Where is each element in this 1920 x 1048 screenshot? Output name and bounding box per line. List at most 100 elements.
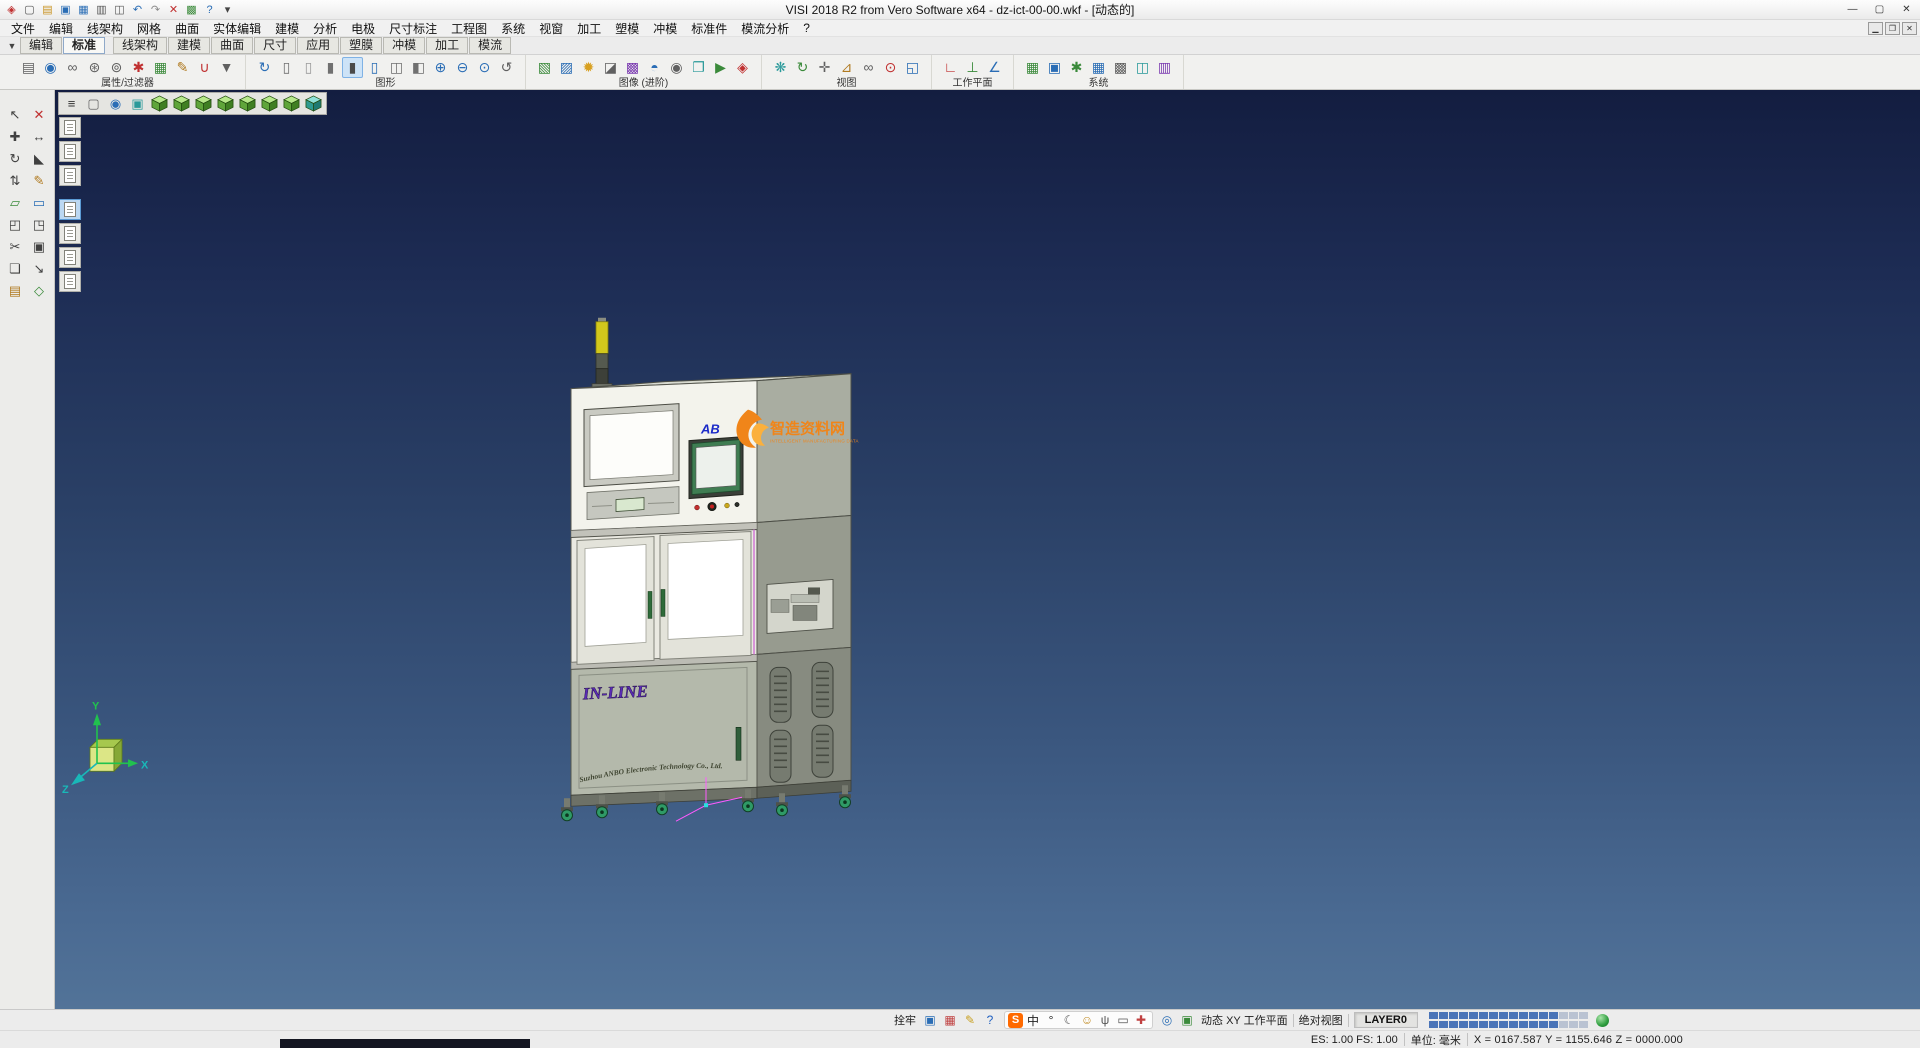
- sogou-logo-icon[interactable]: S: [1008, 1013, 1023, 1028]
- ime-punct-icon[interactable]: °: [1043, 1012, 1059, 1028]
- attr-properties-icon[interactable]: ▤: [18, 57, 39, 78]
- view-ruler-icon[interactable]: ⊿: [836, 57, 857, 78]
- snap-lock-toggle[interactable]: 拴牢: [894, 1012, 916, 1028]
- sys-monitor-icon[interactable]: ▣: [1044, 57, 1065, 78]
- status-tools-icon[interactable]: ▦: [941, 1012, 959, 1028]
- ime-night-icon[interactable]: ☾: [1061, 1012, 1077, 1028]
- lt-mirror-icon[interactable]: ◣: [28, 148, 51, 169]
- mdi-minimize-button[interactable]: ▁: [1868, 22, 1883, 35]
- open-file-icon[interactable]: ▤: [39, 2, 56, 18]
- attr-link-icon[interactable]: ∞: [62, 57, 83, 78]
- visi-logo-icon[interactable]: ◈: [3, 2, 20, 18]
- print-icon[interactable]: ▥: [93, 2, 110, 18]
- lt-corner-round-icon[interactable]: ◳: [28, 214, 51, 235]
- active-layer-indicator[interactable]: LAYER0: [1354, 1012, 1418, 1028]
- lt-layers-icon[interactable]: ▤: [4, 280, 27, 301]
- img-camera-icon[interactable]: ◉: [666, 57, 687, 78]
- gfx-spin-icon[interactable]: ↺: [496, 57, 517, 78]
- img-background-icon[interactable]: ◓: [644, 57, 665, 78]
- vp-view-bottom-icon[interactable]: [281, 94, 302, 113]
- mdi-restore-button[interactable]: ❐: [1885, 22, 1900, 35]
- lt-point-icon[interactable]: ✚: [4, 126, 27, 147]
- vp-view-dynamic-icon[interactable]: [303, 94, 324, 113]
- menu-item-14[interactable]: 塑模: [608, 20, 646, 37]
- menu-item-18[interactable]: ?: [796, 21, 817, 35]
- ime-keyboard-icon[interactable]: ▭: [1115, 1012, 1131, 1028]
- toolbar-tab-7[interactable]: 塑膜: [340, 37, 382, 54]
- tab-dropdown-button[interactable]: ▼: [4, 41, 20, 51]
- gfx-wireframe-icon[interactable]: ▯: [276, 57, 297, 78]
- sys-colors-icon[interactable]: ▦: [1022, 57, 1043, 78]
- status-help-icon[interactable]: ?: [981, 1012, 999, 1028]
- menu-item-17[interactable]: 模流分析: [734, 20, 796, 37]
- img-shadow-icon[interactable]: ◪: [600, 57, 621, 78]
- mdi-close-button[interactable]: ✕: [1902, 22, 1917, 35]
- view-iso-icon[interactable]: ❋: [770, 57, 791, 78]
- toolbar-tab-6[interactable]: 应用: [297, 37, 339, 54]
- status-note-icon[interactable]: ✎: [961, 1012, 979, 1028]
- view-rotate-icon[interactable]: ↻: [792, 57, 813, 78]
- attr-chain2-icon[interactable]: ⊚: [106, 57, 127, 78]
- lt-measure-icon[interactable]: ◇: [28, 280, 51, 301]
- qat-dropdown[interactable]: ▾: [219, 2, 236, 18]
- menu-item-10[interactable]: 工程图: [444, 20, 494, 37]
- redo-icon[interactable]: ↷: [147, 2, 164, 18]
- display-mode-button-5[interactable]: [59, 247, 81, 268]
- attr-display-icon[interactable]: ◉: [40, 57, 61, 78]
- gfx-shaded-icon[interactable]: ▮: [320, 57, 341, 78]
- save-icon[interactable]: ▣: [57, 2, 74, 18]
- display-mode-button-2[interactable]: [59, 165, 81, 186]
- toolbar-tab-2[interactable]: 线架构: [113, 37, 167, 54]
- menu-item-7[interactable]: 分析: [306, 20, 344, 37]
- gfx-bounding-box-icon[interactable]: ◫: [386, 57, 407, 78]
- view-mode-indicator[interactable]: 绝对视图: [1299, 1012, 1343, 1028]
- workplane-custom-icon[interactable]: ∠: [984, 57, 1005, 78]
- status-display-icon[interactable]: ▣: [921, 1012, 939, 1028]
- sys-database-icon[interactable]: ▥: [1154, 57, 1175, 78]
- lt-surface-icon[interactable]: ▱: [4, 192, 27, 213]
- vp-view-iso-icon[interactable]: [149, 94, 170, 113]
- menu-item-15[interactable]: 冲模: [646, 20, 684, 37]
- menu-item-6[interactable]: 建模: [268, 20, 306, 37]
- sys-snap-icon[interactable]: ▩: [1110, 57, 1131, 78]
- lt-trim-icon[interactable]: ✂: [4, 236, 27, 257]
- menu-item-0[interactable]: 文件: [4, 20, 42, 37]
- workplane-xy-icon[interactable]: ∟: [940, 57, 961, 78]
- close-button[interactable]: ✕: [1893, 0, 1920, 19]
- menu-item-5[interactable]: 实体编辑: [206, 20, 268, 37]
- lt-offset-icon[interactable]: ↘: [28, 258, 51, 279]
- menu-item-2[interactable]: 线架构: [80, 20, 130, 37]
- minimize-button[interactable]: —: [1839, 0, 1866, 19]
- attr-magnet-icon[interactable]: ∪: [194, 57, 215, 78]
- view-pan-icon[interactable]: ✛: [814, 57, 835, 78]
- toolbar-tab-0[interactable]: 编辑: [20, 37, 62, 54]
- toolbar-tab-4[interactable]: 曲面: [211, 37, 253, 54]
- viewport-3d[interactable]: AB: [55, 90, 1920, 1009]
- view-target-icon[interactable]: ⊙: [880, 57, 901, 78]
- gfx-hidden-line-icon[interactable]: ▯: [298, 57, 319, 78]
- attr-style-icon[interactable]: ✱: [128, 57, 149, 78]
- img-stereo-icon[interactable]: ◈: [732, 57, 753, 78]
- gfx-transparent-icon[interactable]: ▯: [364, 57, 385, 78]
- menu-item-8[interactable]: 电极: [344, 20, 382, 37]
- ime-toolbox-icon[interactable]: ✚: [1133, 1012, 1149, 1028]
- menu-item-13[interactable]: 加工: [570, 20, 608, 37]
- view-multi-icon[interactable]: ◱: [902, 57, 923, 78]
- grid-icon[interactable]: ▩: [183, 2, 200, 18]
- img-snapshot-icon[interactable]: ❐: [688, 57, 709, 78]
- img-light-icon[interactable]: ✹: [578, 57, 599, 78]
- menu-item-16[interactable]: 标准件: [684, 20, 734, 37]
- menu-item-11[interactable]: 系统: [494, 20, 532, 37]
- vp-refresh-icon[interactable]: ▣: [127, 94, 148, 113]
- workplane-dynamic-icon[interactable]: ⊥: [962, 57, 983, 78]
- ime-mode-icon[interactable]: 中: [1025, 1012, 1041, 1028]
- new-file-icon[interactable]: ▢: [21, 2, 38, 18]
- lt-move-icon[interactable]: ↔: [28, 126, 51, 147]
- vp-view-top-icon[interactable]: [259, 94, 280, 113]
- display-mode-button-0[interactable]: [59, 117, 81, 138]
- img-render-icon[interactable]: ▧: [534, 57, 555, 78]
- img-texture-icon[interactable]: ▩: [622, 57, 643, 78]
- display-mode-button-3[interactable]: [59, 199, 81, 220]
- lt-select-icon[interactable]: ↖: [4, 104, 27, 125]
- gfx-zoom-out-icon[interactable]: ⊖: [452, 57, 473, 78]
